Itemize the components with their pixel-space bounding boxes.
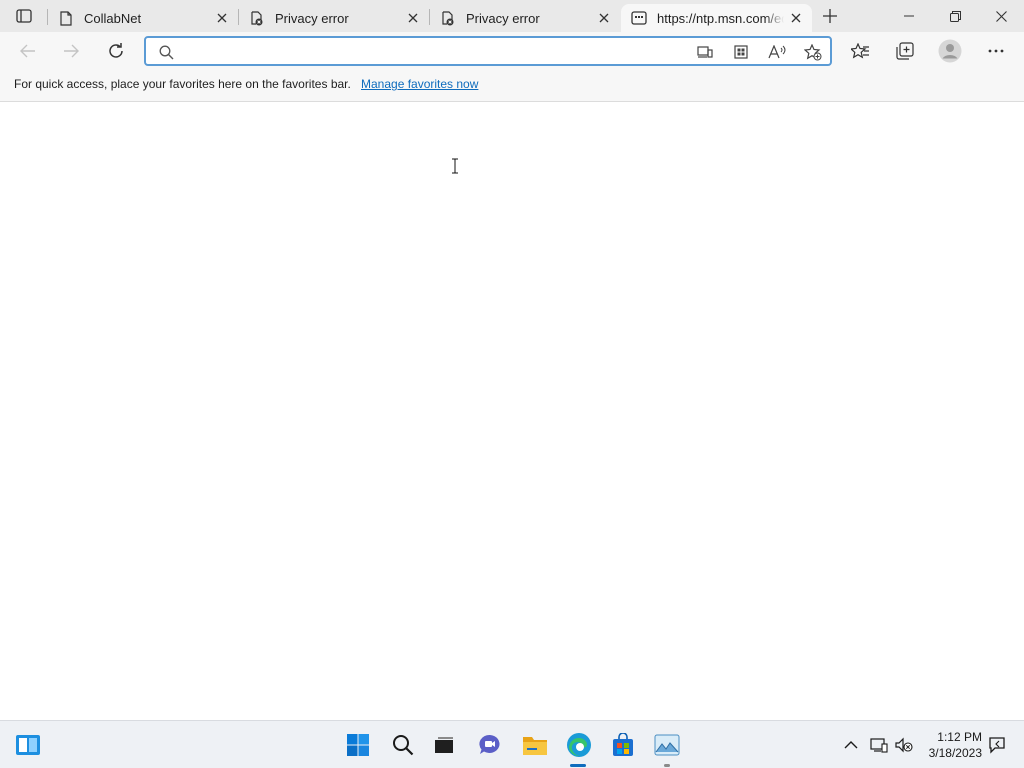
read-aloud-icon[interactable] bbox=[765, 41, 789, 63]
edge-icon[interactable] bbox=[563, 729, 595, 761]
privacy-error-icon bbox=[249, 10, 265, 26]
apps-grid-icon[interactable] bbox=[729, 41, 753, 63]
system-clock[interactable]: 1:12 PM 3/18/2023 bbox=[920, 729, 982, 761]
close-window-button[interactable] bbox=[978, 0, 1024, 32]
restore-button[interactable] bbox=[932, 0, 978, 32]
search-icon bbox=[154, 41, 178, 63]
profile-avatar[interactable] bbox=[935, 36, 965, 66]
favorites-button[interactable] bbox=[845, 36, 875, 66]
page-content bbox=[0, 103, 1024, 720]
manage-favorites-link[interactable]: Manage favorites now bbox=[361, 77, 478, 91]
widgets-icon[interactable] bbox=[12, 729, 44, 761]
clock-date: 3/18/2023 bbox=[928, 746, 982, 760]
favorites-bar: For quick access, place your favorites h… bbox=[0, 70, 1024, 102]
tab-label: https://ntp.msn.com/edge/ntp bbox=[657, 10, 784, 26]
task-view-icon[interactable] bbox=[428, 729, 460, 761]
file-explorer-icon[interactable] bbox=[519, 729, 551, 761]
store-icon[interactable] bbox=[607, 729, 639, 761]
start-icon[interactable] bbox=[342, 729, 374, 761]
more-menu-button[interactable] bbox=[981, 36, 1011, 66]
chevron-up-icon[interactable] bbox=[840, 734, 862, 756]
back-button[interactable] bbox=[13, 36, 43, 66]
clock-time: 1:12 PM bbox=[937, 730, 982, 744]
network-icon[interactable] bbox=[868, 734, 890, 756]
text-cursor-icon bbox=[451, 158, 459, 174]
tab-label: CollabNet bbox=[84, 10, 142, 26]
active-app-indicator bbox=[570, 764, 586, 767]
taskbar: 1:12 PM 3/18/2023 bbox=[0, 720, 1024, 768]
address-input[interactable] bbox=[182, 40, 702, 62]
volume-muted-icon[interactable] bbox=[893, 734, 915, 756]
favorites-bar-message: For quick access, place your favorites h… bbox=[14, 77, 351, 91]
notification-icon[interactable] bbox=[986, 734, 1008, 756]
tab-collabnet[interactable]: CollabNet bbox=[48, 4, 238, 32]
close-tab-icon[interactable] bbox=[210, 6, 234, 30]
forward-button[interactable] bbox=[56, 36, 86, 66]
refresh-button[interactable] bbox=[101, 36, 131, 66]
new-tab-button[interactable] bbox=[816, 4, 844, 28]
running-app-indicator bbox=[664, 764, 670, 767]
ntp-icon bbox=[631, 10, 647, 26]
close-tab-icon[interactable] bbox=[401, 6, 425, 30]
tab-actions-menu-icon[interactable] bbox=[8, 4, 40, 28]
address-bar[interactable] bbox=[144, 36, 832, 66]
page-icon bbox=[58, 10, 74, 26]
chat-icon[interactable] bbox=[474, 729, 506, 761]
tab-privacy-error-1[interactable]: Privacy error bbox=[239, 4, 429, 32]
app-available-icon[interactable] bbox=[693, 41, 717, 63]
close-tab-icon[interactable] bbox=[784, 6, 808, 30]
tab-privacy-error-2[interactable]: Privacy error bbox=[430, 4, 620, 32]
privacy-error-icon bbox=[440, 10, 456, 26]
browser-toolbar bbox=[0, 32, 1024, 70]
tab-strip: CollabNet Privacy error Privacy error ht… bbox=[0, 0, 1024, 32]
close-tab-icon[interactable] bbox=[592, 6, 616, 30]
add-favorite-icon[interactable] bbox=[801, 41, 825, 63]
tab-label: Privacy error bbox=[466, 10, 540, 26]
minimize-button[interactable] bbox=[886, 0, 932, 32]
collections-button[interactable] bbox=[890, 36, 920, 66]
tab-new-tab-page[interactable]: https://ntp.msn.com/edge/ntp bbox=[621, 4, 812, 32]
tab-label: Privacy error bbox=[275, 10, 349, 26]
search-icon[interactable] bbox=[387, 729, 419, 761]
photos-icon[interactable] bbox=[651, 729, 683, 761]
